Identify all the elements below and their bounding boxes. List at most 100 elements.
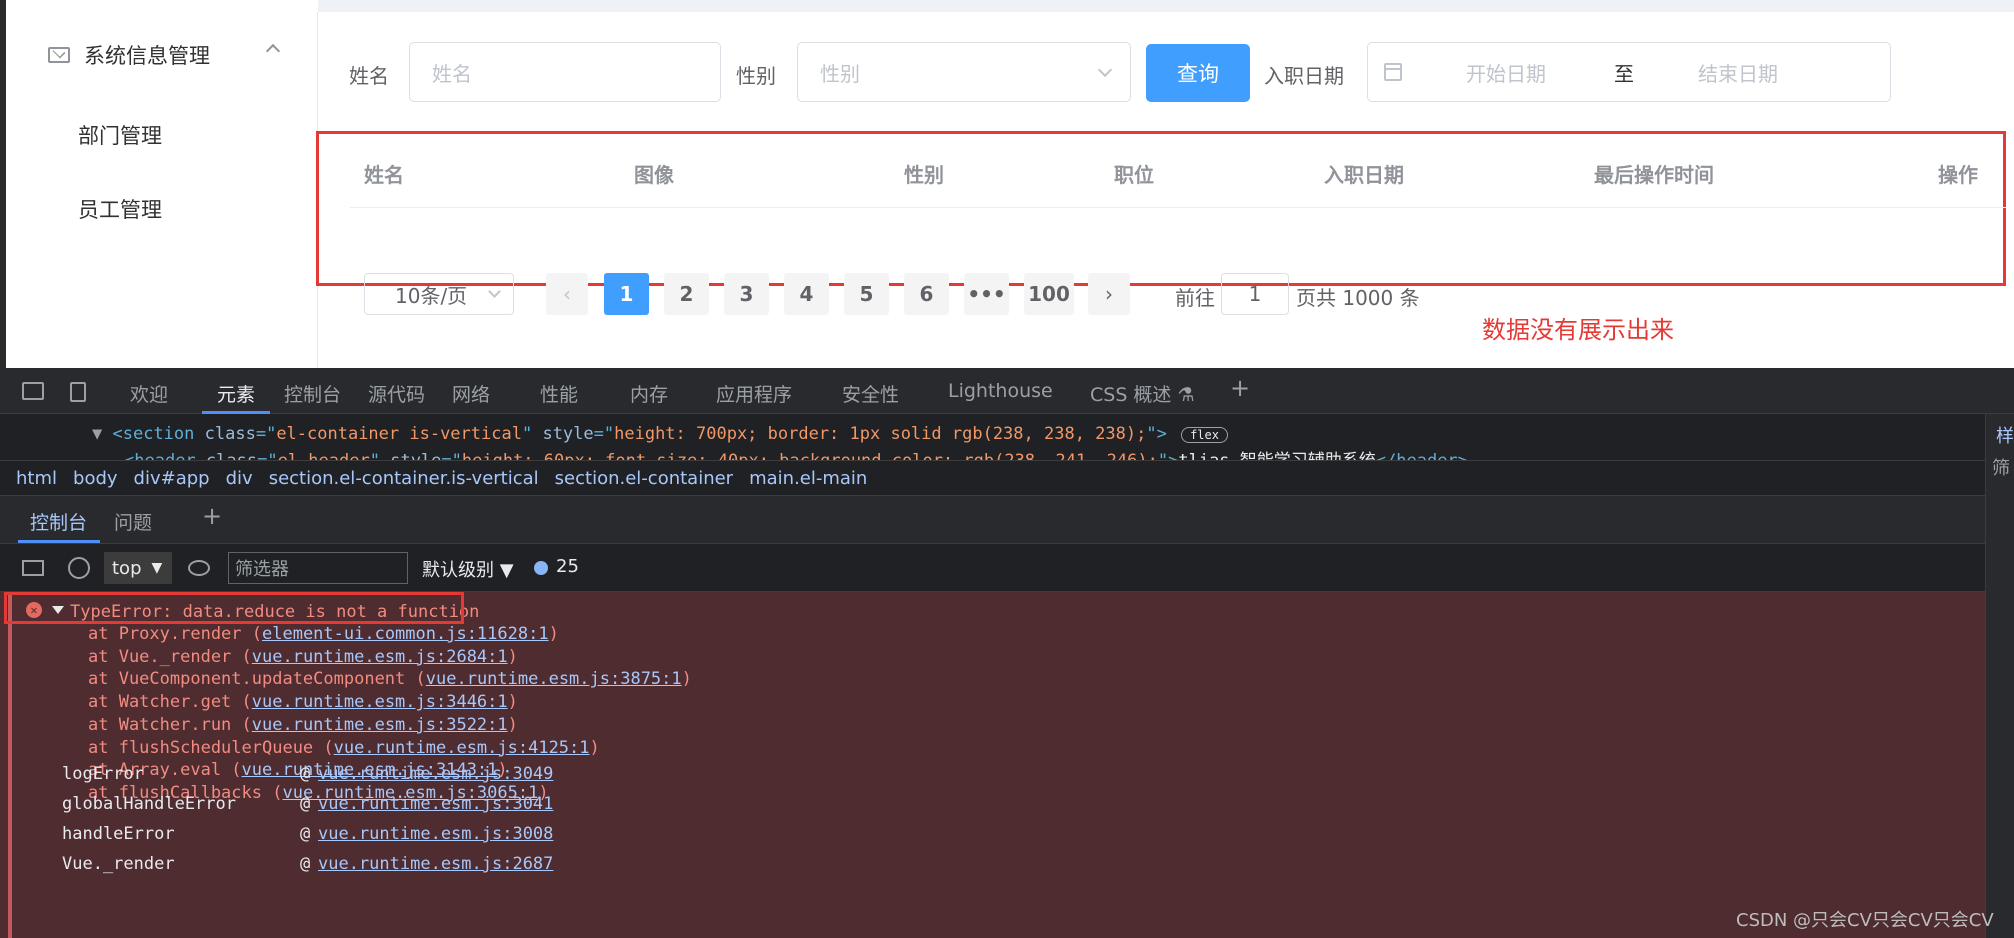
goto-page-input[interactable]: 1 [1221,273,1289,315]
console-error-message: ✕ TypeError: data.reduce is not a functi… [0,592,2014,938]
stack-end: ) [507,646,518,667]
drawer-selected-indicator [18,540,100,543]
drawer-tabbar: 控制台 问题 + [0,496,1985,544]
flex-badge[interactable]: flex [1181,427,1228,443]
drawer-add-tab-icon[interactable]: + [202,502,222,530]
highlight-box-table [316,131,2006,286]
chevron-down-icon [1097,62,1113,78]
sidebar-item-department[interactable]: 部门管理 [78,120,162,150]
breadcrumb-app[interactable]: div#app [134,468,210,489]
drawer-tab-issues[interactable]: 问题 [114,508,152,535]
column-header-name: 姓名 [364,163,404,187]
source-link[interactable]: vue.runtime.esm.js:4125:1 [334,738,590,758]
gender-select[interactable]: 性别 [797,42,1131,102]
tab-sources[interactable]: 源代码 [368,380,425,407]
total-count: 页共 1000 条 [1296,286,1420,310]
context-select[interactable]: top ▼ [104,552,172,584]
next-page-button[interactable]: › [1088,273,1130,315]
side-filter[interactable]: 筛 [1992,454,2010,480]
eye-icon[interactable] [188,560,210,576]
column-header-last-op-time: 最后操作时间 [1594,163,1714,187]
console-toolbar: top ▼ 筛选器 默认级别 ▼ 25 [0,544,1985,592]
clear-console-icon[interactable] [68,557,90,579]
query-button[interactable]: 查询 [1146,44,1250,102]
frame-source-link[interactable]: vue.runtime.esm.js:3041 [318,794,553,814]
device-toolbar-icon[interactable] [70,382,86,402]
dom-node-section[interactable]: ▼ <section class="el-container is-vertic… [92,424,1228,444]
source-link[interactable]: element-ui.common.js:11628:1 [262,624,549,644]
source-link[interactable]: vue.runtime.esm.js:3446:1 [252,692,508,712]
frame-source-link[interactable]: vue.runtime.esm.js:2687 [318,854,553,874]
sidebar-item-employee[interactable]: 员工管理 [78,194,162,224]
tab-network[interactable]: 网络 [452,380,490,407]
sidebar-toggle-icon[interactable] [22,560,44,576]
name-input[interactable]: 姓名 [409,42,721,102]
hire-date-label: 入职日期 [1264,64,1344,88]
app-area: 系统信息管理 部门管理 员工管理 姓名 姓名 性别 性别 查询 入职日期 开始日… [0,0,2014,368]
frame-at: @ [300,794,311,814]
page-1[interactable]: 1 [604,273,649,315]
drawer-tab-console[interactable]: 控制台 [30,508,87,535]
tab-css-overview[interactable]: CSS 概述 ⚗ [1090,380,1195,407]
date-range-picker[interactable]: 开始日期 至 结束日期 [1367,42,1891,102]
breadcrumb-section[interactable]: section.el-container [555,468,733,489]
breadcrumb-body[interactable]: body [73,468,118,489]
dom-tag: header [134,451,195,460]
styles-side-panel: 样 筛 [1985,414,2014,938]
page-4[interactable]: 4 [784,273,829,315]
styles-tab[interactable]: 样 [1996,422,2014,448]
breadcrumb-main[interactable]: main.el-main [749,468,867,489]
annotation-note: 数据没有展示出来 [1482,316,1674,344]
add-tab-icon[interactable]: + [1230,374,1250,402]
frame-function: logError [62,764,144,784]
tab-console[interactable]: 控制台 [284,380,341,407]
tab-application[interactable]: 应用程序 [716,380,792,407]
dom-class: el-header [278,451,370,460]
stack-fn: at Watcher.run ( [88,714,252,735]
table-header-divider [350,207,2006,208]
stack-end: ) [507,692,518,713]
tab-performance[interactable]: 性能 [540,380,578,407]
tab-elements[interactable]: 元素 [217,380,255,407]
console-filter-input[interactable]: 筛选器 [228,552,408,584]
breadcrumb-html[interactable]: html [16,468,57,489]
page-size-select[interactable]: 10条/页 [364,273,514,315]
column-header-actions: 操作 [1938,163,1978,187]
tab-welcome[interactable]: 欢迎 [130,380,168,407]
prev-page-button[interactable]: ‹ [546,273,588,315]
source-link[interactable]: vue.runtime.esm.js:2684:1 [252,647,508,667]
submenu-title: 系统信息管理 [84,44,210,68]
breadcrumb-div[interactable]: div [226,468,253,489]
tab-memory[interactable]: 内存 [630,380,668,407]
tab-security[interactable]: 安全性 [842,380,899,407]
dom-node-header[interactable]: <header class="el-header" style="height:… [124,446,1468,460]
page-3[interactable]: 3 [724,273,769,315]
stack-end: ) [507,714,518,735]
goto-label: 前往 [1175,286,1215,310]
frame-at: @ [300,854,311,874]
page-2[interactable]: 2 [664,273,709,315]
tab-lighthouse[interactable]: Lighthouse [948,380,1053,402]
stack-trace-line: at Proxy.render (element-ui.common.js:11… [88,624,559,644]
frame-at: @ [300,764,311,784]
inspect-element-icon[interactable] [22,382,44,400]
dom-style: height: 60px; font-size: 40px; backgroun… [462,451,1158,460]
frame-source-link[interactable]: vue.runtime.esm.js:3008 [318,824,553,844]
frame-source-link[interactable]: vue.runtime.esm.js:3049 [318,764,553,784]
source-link[interactable]: vue.runtime.esm.js:3875:1 [426,669,682,689]
dom-class: el-container is-vertical [276,424,522,444]
stack-end: ) [589,737,600,758]
page-more[interactable]: ••• [964,273,1009,315]
log-level-select[interactable]: 默认级别 ▼ [422,556,514,582]
submenu-system-info[interactable]: 系统信息管理 [48,38,210,72]
source-link[interactable]: vue.runtime.esm.js:3522:1 [252,715,508,735]
page-6[interactable]: 6 [904,273,949,315]
dom-tag: section [122,424,195,444]
page-5[interactable]: 5 [844,273,889,315]
frame-at: @ [300,824,311,844]
calendar-icon [1384,63,1402,81]
column-header-hire-date: 入职日期 [1324,163,1404,187]
page-100[interactable]: 100 [1024,273,1074,315]
stack-end: ) [681,669,692,690]
breadcrumb-section-vertical[interactable]: section.el-container.is-vertical [269,468,539,489]
